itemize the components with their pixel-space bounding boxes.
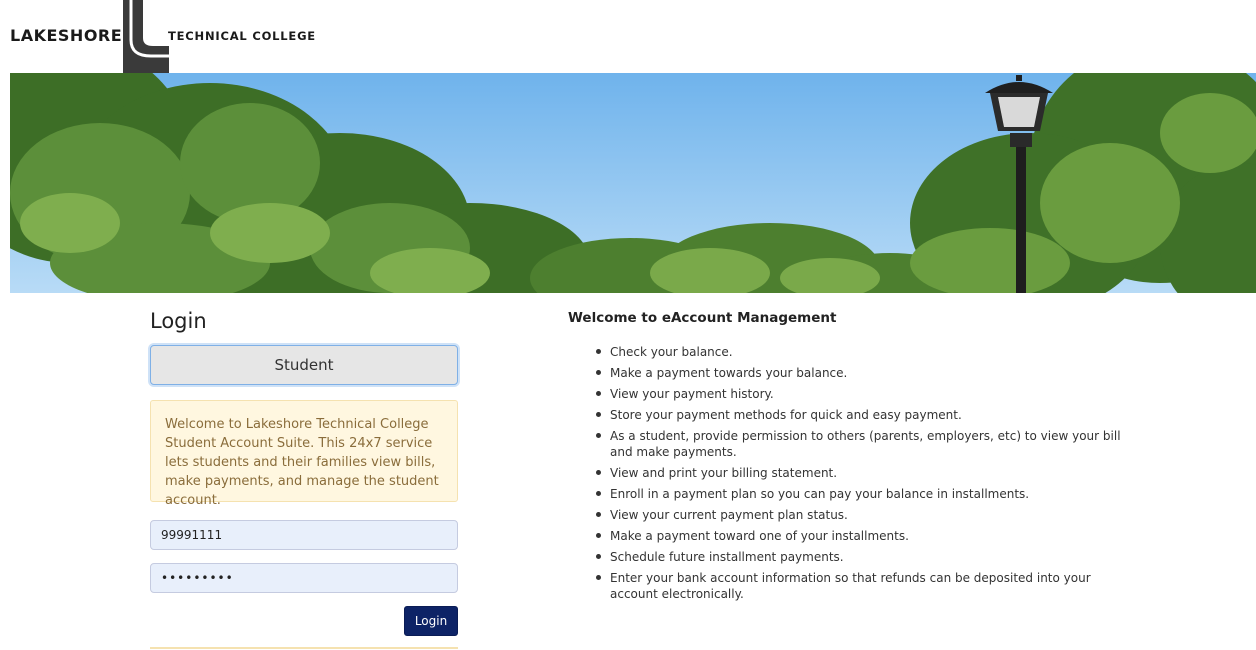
welcome-message: Welcome to Lakeshore Technical College S… (150, 400, 458, 508)
list-item-text: Enter your bank account information so t… (610, 571, 1091, 601)
login-submit-button[interactable]: Login (404, 606, 458, 636)
list-item: Check your balance. (568, 344, 1128, 360)
login-title: Login (150, 309, 207, 333)
features-title: Welcome to eAccount Management (568, 310, 837, 326)
logo-text-lakeshore: LAKESHORE (10, 26, 123, 45)
list-item: View and print your billing statement. (568, 465, 1128, 481)
bullet-icon (596, 412, 601, 417)
bullet-icon (596, 433, 601, 438)
list-item-text: Schedule future installment payments. (610, 550, 844, 564)
list-item-text: Check your balance. (610, 345, 733, 359)
list-item: Make a payment toward one of your instal… (568, 528, 1128, 544)
campus-banner-image (10, 73, 1256, 293)
divider (150, 647, 458, 649)
logo-mark-icon (123, 0, 169, 73)
list-item-text: View your payment history. (610, 387, 774, 401)
list-item-text: View and print your billing statement. (610, 466, 838, 480)
list-item-text: Enroll in a payment plan so you can pay … (610, 487, 1030, 501)
bullet-icon (596, 554, 601, 559)
list-item: Schedule future installment payments. (568, 549, 1128, 565)
list-item: As a student, provide permission to othe… (568, 428, 1128, 460)
list-item: Enroll in a payment plan so you can pay … (568, 486, 1128, 502)
header: LAKESHORE TECHNICAL COLLEGE (0, 0, 1256, 73)
bullet-icon (596, 391, 601, 396)
bullet-icon (596, 370, 601, 375)
password-input[interactable] (150, 563, 458, 593)
username-input[interactable] (150, 520, 458, 550)
login-actions: Login (150, 606, 458, 636)
page: LAKESHORE TECHNICAL COLLEGE Login Studen… (0, 0, 1256, 650)
login-panel: Login Student Welcome to Lakeshore Techn… (150, 305, 458, 636)
list-item: Enter your bank account information so t… (568, 570, 1128, 602)
list-item: Make a payment towards your balance. (568, 365, 1128, 381)
list-item-text: As a student, provide permission to othe… (610, 429, 1121, 459)
bullet-icon (596, 491, 601, 496)
features-panel: Welcome to eAccount Management Check you… (568, 308, 1128, 607)
bullet-icon (596, 575, 601, 580)
logo-text-technical-college: TECHNICAL COLLEGE (168, 29, 316, 43)
list-item: View your payment history. (568, 386, 1128, 402)
list-item-text: View your current payment plan status. (610, 508, 848, 522)
bullet-icon (596, 512, 601, 517)
list-item-text: Make a payment toward one of your instal… (610, 529, 909, 543)
list-item-text: Make a payment towards your balance. (610, 366, 848, 380)
list-item: View your current payment plan status. (568, 507, 1128, 523)
bullet-icon (596, 349, 601, 354)
bullet-icon (596, 470, 601, 475)
list-item: Store your payment methods for quick and… (568, 407, 1128, 423)
student-role-button[interactable]: Student (150, 345, 458, 385)
list-item-text: Store your payment methods for quick and… (610, 408, 962, 422)
bullet-icon (596, 533, 601, 538)
features-list: Check your balance. Make a payment towar… (568, 344, 1128, 602)
